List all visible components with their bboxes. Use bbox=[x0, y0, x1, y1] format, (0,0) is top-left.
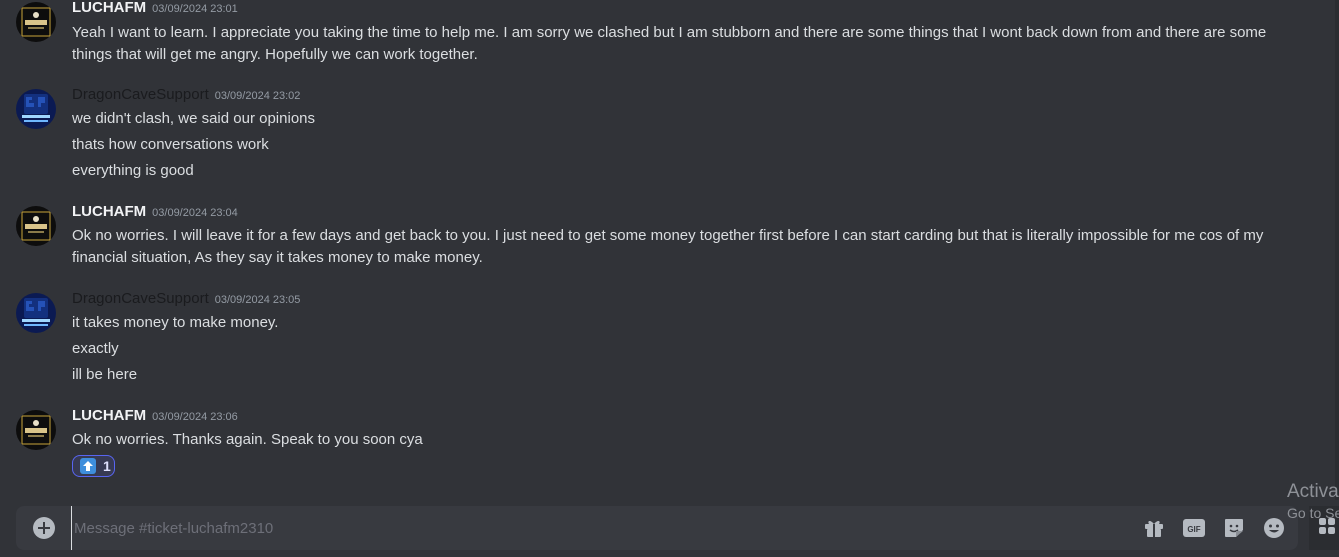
message-input[interactable] bbox=[71, 506, 1131, 550]
reaction-button[interactable]: 1 bbox=[72, 455, 115, 477]
lockbit-ransomware-avatar-icon bbox=[16, 89, 56, 129]
luchafm-logo-avatar-icon bbox=[16, 2, 56, 42]
luchafm-avatar[interactable] bbox=[16, 206, 56, 246]
dragoncavesupport-avatar[interactable] bbox=[16, 293, 56, 333]
reaction-count: 1 bbox=[103, 458, 111, 474]
gif-label: GIF bbox=[1187, 525, 1200, 534]
gift-icon[interactable] bbox=[1142, 516, 1166, 540]
timestamp[interactable]: 03/09/2024 23:05 bbox=[215, 294, 301, 306]
message-text: we didn't clash, we said our opinions bbox=[72, 110, 316, 127]
message-text: thats how conversations work bbox=[72, 136, 269, 153]
luchafm-avatar[interactable] bbox=[16, 2, 56, 42]
username[interactable]: LUCHAFM bbox=[72, 203, 146, 220]
message-header: DragonCaveSupport 03/09/2024 23:02 bbox=[72, 86, 300, 106]
message-composer: GIF bbox=[16, 506, 1298, 550]
emoji-icon[interactable] bbox=[1262, 516, 1286, 540]
discord-chat-screen: LUCHAFM 03/09/2024 23:01 Yeah I want to l… bbox=[0, 0, 1339, 557]
windows-activation-watermark: Activa Go to Se bbox=[1287, 480, 1339, 522]
message-text: Yeah I want to learn. I appreciate you t… bbox=[72, 24, 1267, 63]
message-header: DragonCaveSupport 03/09/2024 23:05 bbox=[72, 290, 300, 310]
up-arrow-emoji-icon bbox=[80, 458, 96, 474]
timestamp[interactable]: 03/09/2024 23:02 bbox=[215, 90, 301, 102]
luchafm-avatar[interactable] bbox=[16, 410, 56, 450]
message-text: everything is good bbox=[72, 162, 194, 179]
watermark-line: Go to Se bbox=[1287, 505, 1339, 521]
message-text: it takes money to make money. bbox=[72, 314, 279, 331]
luchafm-logo-avatar-icon bbox=[16, 410, 56, 450]
message-header: LUCHAFM 03/09/2024 23:04 bbox=[72, 203, 238, 223]
username[interactable]: LUCHAFM bbox=[72, 0, 146, 16]
username[interactable]: DragonCaveSupport bbox=[72, 86, 209, 103]
timestamp[interactable]: 03/09/2024 23:06 bbox=[152, 411, 238, 423]
message-header: LUCHAFM 03/09/2024 23:01 bbox=[72, 0, 238, 19]
scrollbar[interactable] bbox=[1335, 0, 1339, 500]
dragoncavesupport-avatar[interactable] bbox=[16, 89, 56, 129]
message-text: Ok no worries. Thanks again. Speak to yo… bbox=[72, 431, 423, 448]
timestamp[interactable]: 03/09/2024 23:01 bbox=[152, 3, 238, 15]
username[interactable]: LUCHAFM bbox=[72, 407, 146, 424]
sticker-icon[interactable] bbox=[1222, 516, 1246, 540]
message-header: LUCHAFM 03/09/2024 23:06 bbox=[72, 407, 238, 427]
gif-icon[interactable]: GIF bbox=[1182, 516, 1206, 540]
lockbit-ransomware-avatar-icon bbox=[16, 293, 56, 333]
username[interactable]: DragonCaveSupport bbox=[72, 290, 209, 307]
timestamp[interactable]: 03/09/2024 23:04 bbox=[152, 207, 238, 219]
watermark-line: Activa bbox=[1287, 481, 1339, 502]
luchafm-logo-avatar-icon bbox=[16, 206, 56, 246]
message-text: ill be here bbox=[72, 366, 138, 383]
message-text: Ok no worries. I will leave it for a few… bbox=[72, 227, 1264, 266]
add-attachment-icon[interactable] bbox=[33, 517, 55, 539]
message-text: exactly bbox=[72, 340, 119, 357]
